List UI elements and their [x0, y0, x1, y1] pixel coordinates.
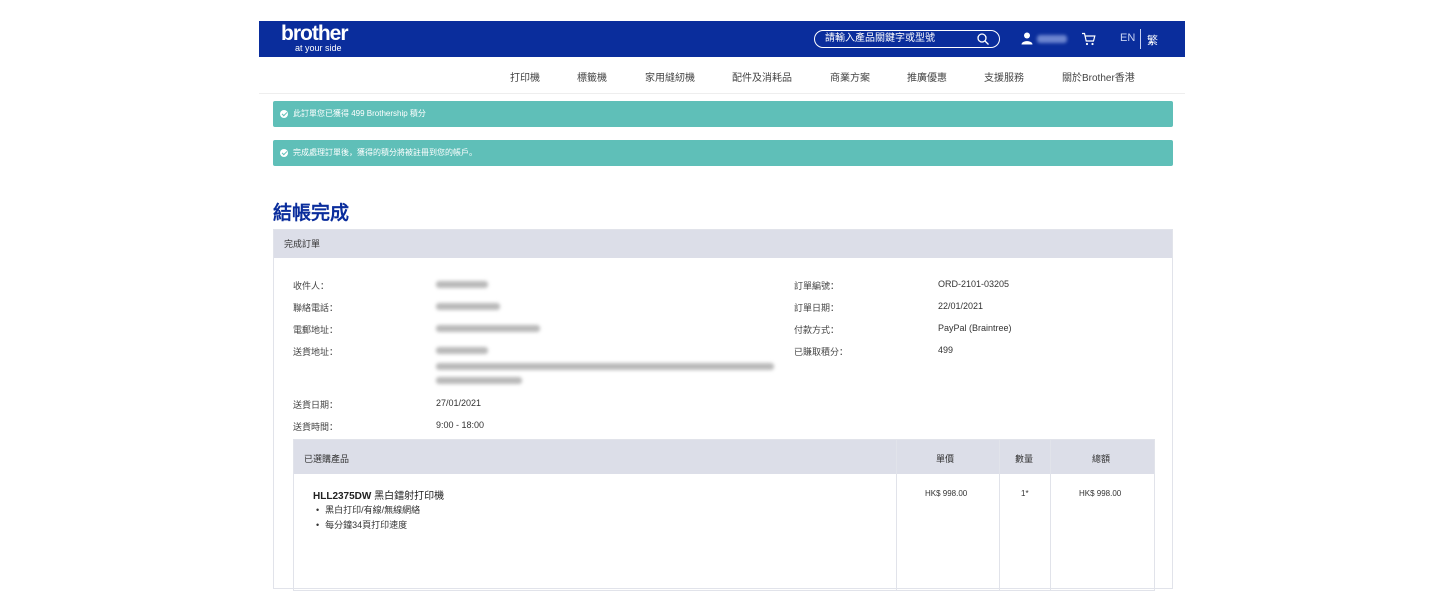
products-table-header: 已選購產品 單價 數量 總額	[294, 440, 1154, 474]
phone-label: 聯絡電話：	[293, 303, 339, 313]
page: brother at your side 請輸入產品關鍵字或型號 EN 繁 打印…	[259, 21, 1185, 591]
product-name[interactable]: HLL2375DW 黑白鐳射打印機	[313, 487, 444, 502]
points-earned-alert: 此訂單您已獲得 499 Brothership 積分	[273, 101, 1173, 127]
nav-printers[interactable]: 打印機	[510, 69, 540, 84]
total-value: HK$ 998.00	[1079, 489, 1122, 498]
alert-text: 完成處理訂單後，獲得的積分將被註冊到您的帳戶。	[293, 148, 477, 157]
delivery-date-label: 送貨日期：	[293, 400, 339, 410]
top-bar: brother at your side 請輸入產品關鍵字或型號 EN 繁	[259, 21, 1185, 57]
lang-tc-link[interactable]: 繁	[1147, 32, 1158, 48]
lang-en-link[interactable]: EN	[1120, 32, 1135, 44]
phone-value-blurred	[436, 303, 500, 310]
cart-icon[interactable]	[1081, 32, 1096, 46]
email-label: 電郵地址：	[293, 325, 339, 335]
nav-business-solutions[interactable]: 商業方案	[830, 69, 870, 84]
quantity-value: 1*	[1021, 489, 1029, 498]
order-date-label: 訂單日期：	[794, 303, 840, 313]
product-title: 黑白鐳射打印機	[374, 491, 445, 502]
delivery-time-value: 9:00 - 18:00	[436, 420, 485, 430]
email-value-blurred	[436, 325, 540, 332]
check-circle-icon	[280, 110, 288, 118]
order-number-label: 訂單編號：	[794, 281, 840, 291]
nav-promotions[interactable]: 推廣優惠	[907, 69, 947, 84]
product-feature: 每分鐘34頁打印速度	[316, 518, 407, 531]
nav-about[interactable]: 關於Brother香港	[1062, 69, 1135, 84]
main-nav: 打印機 標籤機 家用縫紉機 配件及消耗品 商業方案 推廣優惠 支援服務 關於Br…	[259, 57, 1185, 94]
col-total: 總額	[1092, 454, 1111, 464]
delivery-date-value: 27/01/2021	[436, 398, 482, 408]
user-name-blurred[interactable]	[1037, 35, 1067, 43]
logo-brand: brother	[281, 22, 348, 45]
search-input[interactable]: 請輸入產品關鍵字或型號	[814, 30, 1000, 48]
address-line-3-blurred	[436, 377, 522, 384]
alert-text: 此訂單您已獲得 499 Brothership 積分	[293, 109, 426, 118]
recipient-value-blurred	[436, 281, 488, 288]
order-number-value: ORD-2101-03205	[938, 279, 1010, 289]
address-label: 送貨地址：	[293, 347, 339, 357]
points-earned-label: 已賺取積分：	[794, 347, 849, 357]
column-divider	[896, 440, 897, 590]
column-divider	[999, 440, 1000, 590]
product-model: HLL2375DW	[313, 491, 372, 502]
payment-method-value: PayPal (Braintree)	[938, 323, 1012, 333]
nav-accessories[interactable]: 配件及消耗品	[732, 69, 792, 84]
logo-tagline: at your side	[295, 43, 342, 53]
address-line-2-blurred	[436, 363, 774, 370]
brother-logo[interactable]: brother at your side	[281, 22, 348, 53]
points-registration-alert: 完成處理訂單後，獲得的積分將被註冊到您的帳戶。	[273, 140, 1173, 166]
points-earned-value: 499	[938, 345, 954, 355]
unit-price-value: HK$ 998.00	[925, 489, 968, 498]
lang-divider	[1140, 29, 1141, 49]
products-table: 已選購產品 單價 數量 總額 HLL2375DW 黑白鐳射打印機 黑白打印/有線…	[293, 439, 1155, 591]
nav-label-makers[interactable]: 標籤機	[577, 69, 607, 84]
nav-support[interactable]: 支援服務	[984, 69, 1024, 84]
order-panel-heading: 完成訂單	[274, 230, 1172, 258]
order-panel: 完成訂單 收件人： 聯絡電話： 電郵地址： 送貨地址： 送貨日期： 27/01/…	[273, 229, 1173, 591]
check-circle-icon	[280, 149, 288, 157]
address-line-1-blurred	[436, 347, 488, 354]
recipient-label: 收件人：	[293, 281, 330, 291]
page-title: 結帳完成	[273, 203, 350, 224]
col-quantity: 數量	[1015, 454, 1034, 464]
col-product: 已選購產品	[304, 454, 350, 464]
column-divider	[1050, 440, 1051, 590]
col-unit-price: 單價	[936, 454, 955, 464]
payment-method-label: 付款方式：	[794, 325, 840, 335]
order-date-value: 22/01/2021	[938, 301, 984, 311]
product-feature: 黑白打印/有線/無線網絡	[316, 503, 420, 516]
delivery-time-label: 送貨時間：	[293, 422, 339, 432]
search-icon[interactable]	[977, 33, 989, 45]
nav-sewing-machines[interactable]: 家用縫紉機	[645, 69, 695, 84]
user-icon[interactable]	[1021, 32, 1033, 45]
